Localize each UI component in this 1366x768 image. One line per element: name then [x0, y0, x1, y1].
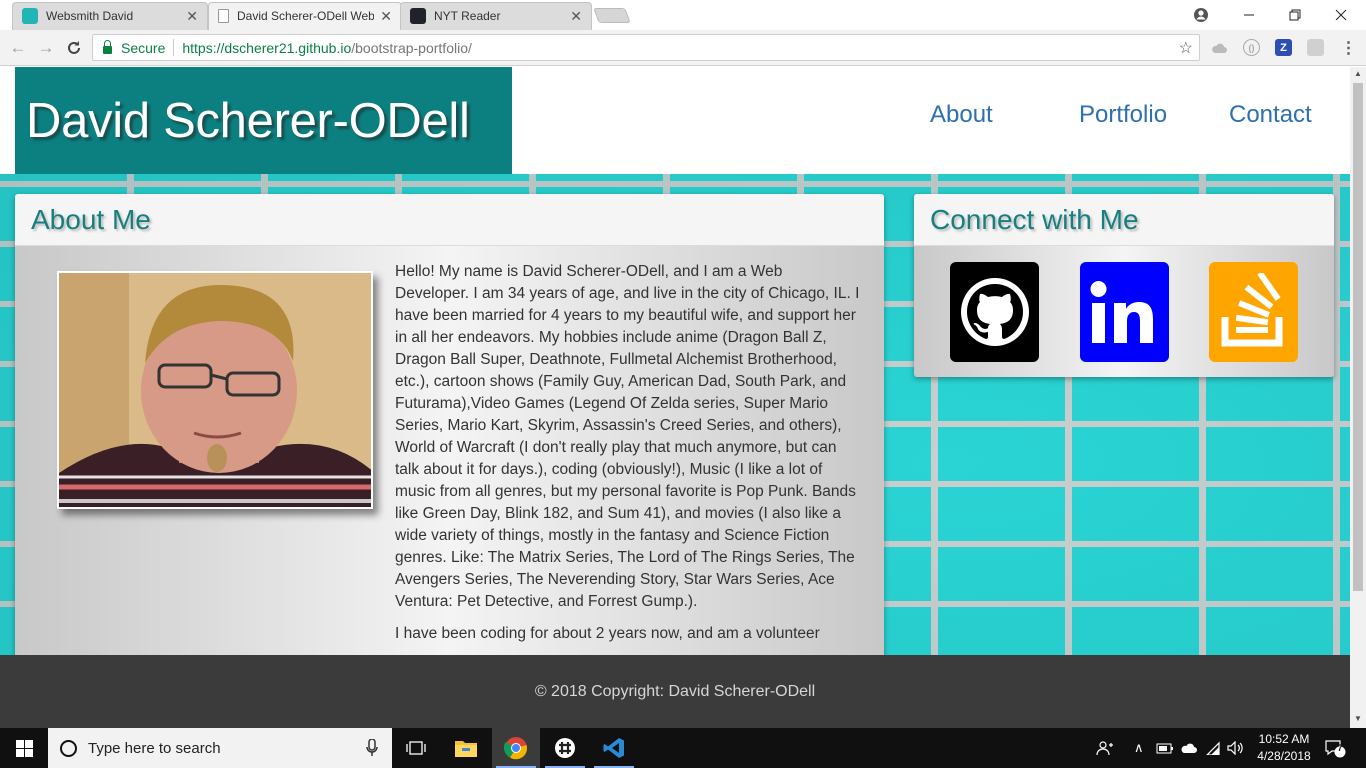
- close-window-icon[interactable]: [1318, 0, 1364, 30]
- battery-power-icon[interactable]: [1156, 728, 1174, 768]
- divider: [173, 39, 175, 56]
- cloud-extension-icon[interactable]: [1211, 39, 1228, 56]
- connect-heading: Connect with Me: [930, 203, 1139, 235]
- url-host: https://dscherer21.github.io: [182, 39, 352, 56]
- tab-label: Websmith David: [46, 9, 134, 23]
- microphone-icon[interactable]: [366, 738, 378, 762]
- clock-time: 10:52 AM: [1258, 732, 1310, 746]
- close-icon[interactable]: ✕: [380, 8, 392, 25]
- copyright-text: © 2018 Copyright: David Scherer-ODell: [534, 682, 816, 700]
- linkedin-icon: [1090, 281, 1153, 343]
- address-bar[interactable]: Secure https://dscherer21.github.io/boot…: [92, 34, 1200, 61]
- panel-header: Connect with Me: [914, 194, 1334, 246]
- secure-label: Secure: [121, 39, 166, 56]
- web-page: David Scherer-ODell About Portfolio Cont…: [0, 67, 1350, 728]
- start-button[interactable]: [0, 728, 48, 768]
- bio-paragraph: I have been coding for about 2 years now…: [395, 625, 820, 642]
- scroll-down-icon[interactable]: ▼: [1354, 714, 1362, 723]
- site-navbar: David Scherer-ODell About Portfolio Cont…: [0, 67, 1350, 174]
- scroll-up-icon[interactable]: ▲: [1354, 69, 1362, 78]
- site-footer: © 2018 Copyright: David Scherer-ODell: [0, 655, 1350, 728]
- tab-label: NYT Reader: [434, 9, 501, 23]
- about-heading: About Me: [31, 203, 151, 235]
- bio-paragraph: Hello! My name is David Scherer-ODell, a…: [395, 263, 860, 610]
- menu-icon[interactable]: ⋮: [1340, 39, 1357, 57]
- people-icon[interactable]: [1096, 728, 1114, 768]
- nav-about[interactable]: About: [930, 101, 993, 129]
- action-center-icon[interactable]: 7: [1324, 728, 1346, 768]
- nav-portfolio[interactable]: Portfolio: [1079, 101, 1167, 129]
- browser-toolbar: ← → Secure https://dscherer21.github.io /…: [0, 30, 1366, 66]
- cortana-icon: [60, 739, 77, 757]
- vscode-icon[interactable]: [590, 728, 638, 768]
- tab-nyt-reader[interactable]: NYT Reader ✕: [400, 2, 592, 30]
- task-view-icon[interactable]: [392, 728, 440, 768]
- site-brand[interactable]: David Scherer-ODell: [15, 67, 512, 174]
- about-bio: Hello! My name is David Scherer-ODell, a…: [395, 261, 860, 645]
- file-explorer-icon[interactable]: [442, 728, 490, 768]
- extension-icon[interactable]: (): [1243, 39, 1260, 56]
- stackoverflow-link[interactable]: [1209, 262, 1298, 362]
- volume-icon[interactable]: [1227, 728, 1245, 768]
- z-extension-icon[interactable]: Z: [1275, 39, 1292, 56]
- linkedin-link[interactable]: [1080, 262, 1169, 362]
- page-scrollbar[interactable]: ▲ ▼: [1350, 67, 1366, 728]
- restore-icon[interactable]: [1272, 0, 1318, 30]
- tab-label: David Scherer-ODell Web: [237, 9, 375, 23]
- tab-david-scherer-odell[interactable]: David Scherer-ODell Web ✕: [208, 2, 402, 30]
- onedrive-cloud-icon[interactable]: [1180, 728, 1198, 768]
- forward-icon[interactable]: →: [34, 36, 58, 60]
- document-favicon-icon: [218, 9, 229, 23]
- panel-header: About Me: [15, 194, 884, 246]
- slack-icon[interactable]: [541, 728, 589, 768]
- github-icon: [960, 278, 1029, 346]
- windows-logo-icon: [15, 739, 33, 757]
- bookmark-star-icon[interactable]: ☆: [1179, 38, 1193, 58]
- grid-extension-icon[interactable]: [1307, 39, 1324, 56]
- stackoverflow-icon: [1221, 273, 1282, 347]
- show-hidden-icons-chevron-icon[interactable]: ∧: [1134, 728, 1144, 768]
- reload-icon[interactable]: [62, 36, 86, 60]
- gear-favicon-icon: [22, 8, 38, 24]
- windows-taskbar: Type here to search ∧ 10:52 AM 4/28/2018: [0, 728, 1366, 768]
- wifi-icon[interactable]: [1205, 728, 1221, 768]
- chrome-icon[interactable]: [492, 728, 540, 768]
- clock-date: 4/28/2018: [1257, 749, 1311, 763]
- system-clock[interactable]: 10:52 AM 4/28/2018: [1248, 731, 1320, 765]
- about-panel: About Me Hello! My name is David Scherer…: [15, 194, 884, 728]
- react-favicon-icon: [410, 8, 426, 24]
- search-placeholder: Type here to search: [88, 739, 221, 757]
- nav-contact[interactable]: Contact: [1229, 101, 1312, 129]
- notification-count: 7: [1337, 743, 1343, 753]
- taskbar-search[interactable]: Type here to search: [48, 728, 392, 768]
- github-link[interactable]: [950, 262, 1039, 362]
- minimize-icon[interactable]: [1226, 0, 1272, 30]
- profile-icon[interactable]: [1178, 0, 1224, 30]
- scrollbar-thumb[interactable]: [1353, 83, 1363, 591]
- url-path: /bootstrap-portfolio/: [351, 39, 472, 56]
- close-icon[interactable]: ✕: [186, 8, 198, 25]
- brand-text: David Scherer-ODell: [26, 93, 470, 148]
- close-icon[interactable]: ✕: [570, 8, 582, 25]
- tab-websmith-david[interactable]: Websmith David ✕: [12, 2, 208, 30]
- back-icon[interactable]: ←: [6, 36, 30, 60]
- lock-icon: [103, 39, 112, 54]
- new-tab-button[interactable]: [593, 8, 631, 23]
- connect-panel: Connect with Me: [914, 194, 1334, 377]
- browser-tab-strip: Websmith David ✕ David Scherer-ODell Web…: [0, 0, 1366, 30]
- profile-photo: [57, 271, 373, 509]
